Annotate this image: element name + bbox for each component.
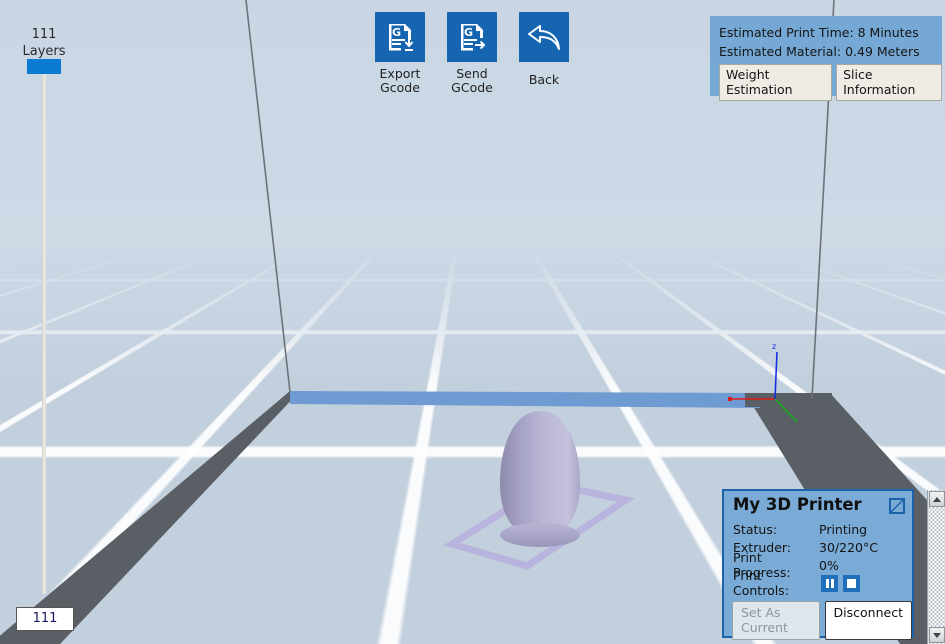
stop-icon [847,579,856,588]
print-controls-label: Print Controls: [733,568,819,598]
layer-value-input[interactable]: 111 [16,607,74,631]
layer-count-label: 111 Layers [0,26,88,60]
send-gcode-label: Send GCode [451,67,493,95]
export-gcode-label: Export Gcode [380,67,421,95]
printer-status-rows: Status: Printing Extruder: 30/220°C Prin… [733,520,878,592]
status-value: Printing [819,522,867,537]
back-button[interactable]: Back [519,12,569,95]
top-toolbar: G Export Gcode G Send GCode Back [375,12,569,95]
estimated-material: Estimated Material: 0.49 Meters [719,40,942,59]
pause-icon [826,579,834,588]
print-progress-value: 0% [819,558,839,573]
scroll-down-button[interactable] [929,627,945,643]
layer-slider-handle[interactable] [27,59,61,74]
extruder-value: 30/220°C [819,540,878,555]
estimate-panel-buttons: Weight Estimation Slice Information [719,64,942,101]
status-key: Status: [733,522,819,537]
status-row: Status: Printing [733,520,878,538]
print-controls-row: Print Controls: [733,574,878,592]
axis-z-label: z [772,342,776,351]
slice-information-button[interactable]: Slice Information [836,64,942,101]
scroll-up-arrow-icon [933,497,941,502]
send-gcode-icon: G [447,12,497,62]
send-gcode-button[interactable]: G Send GCode [447,12,497,95]
printer-status-panel: My 3D Printer Status: Printing Extruder:… [722,489,914,638]
pause-button[interactable] [821,575,838,592]
estimate-panel: Estimated Print Time: 8 Minutes Estimate… [710,16,942,96]
printer-panel-buttons: Set As Current Disconnect [732,601,912,640]
weight-estimation-button[interactable]: Weight Estimation [719,64,832,101]
3d-model-object[interactable] [480,405,600,555]
back-arrow-icon [519,12,569,62]
vertical-scrollbar[interactable] [927,490,945,644]
layer-slider-track[interactable] [42,70,46,594]
scroll-up-button[interactable] [929,491,945,507]
print-control-buttons [821,575,860,592]
export-gcode-button[interactable]: G Export Gcode [375,12,425,95]
layer-count-value: 111 [0,26,88,43]
layer-units-label: Layers [0,43,88,60]
stop-button[interactable] [843,575,860,592]
estimated-print-time: Estimated Print Time: 8 Minutes [719,16,942,40]
restore-window-icon[interactable] [889,498,905,514]
export-gcode-icon: G [375,12,425,62]
back-label: Back [529,73,559,87]
svg-text:G: G [392,26,401,39]
axis-indicator: z [728,336,848,426]
layer-slider[interactable]: 111 Layers 111 [0,0,95,644]
slicer-preview-window: z 111 Layers 111 G Export Gcode G Send G… [0,0,945,644]
disconnect-button[interactable]: Disconnect [825,601,912,640]
set-as-current-button[interactable]: Set As Current [732,601,820,640]
scroll-down-arrow-icon [933,633,941,638]
printer-name: My 3D Printer [733,495,862,514]
svg-text:G: G [464,26,473,39]
